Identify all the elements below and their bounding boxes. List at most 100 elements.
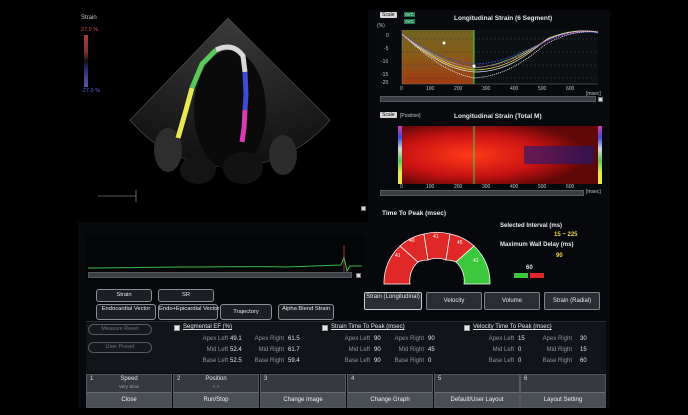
tab-volume[interactable]: Volume xyxy=(484,292,540,310)
ttp-seg-val-0: 41 xyxy=(395,253,401,259)
softkey-5-number: 5 xyxy=(438,376,442,382)
segment-ytick-2: -10 xyxy=(381,59,389,65)
softkey-4-number: 4 xyxy=(351,376,355,382)
ef-apex-left-value: 49.1 xyxy=(230,336,242,342)
vttp-base-left-value: 0 xyxy=(518,358,522,364)
change-image-button[interactable]: Change Image xyxy=(261,392,345,407)
close-button[interactable]: Close xyxy=(87,392,171,407)
ef-base-left-label: Base Left xyxy=(202,358,228,364)
tab-trajectory[interactable]: Trajectory xyxy=(220,304,272,320)
measure-reset-button[interactable]: Measure Reset xyxy=(88,324,152,335)
ef-mid-left-value: 52.4 xyxy=(230,347,242,353)
ef-apex-right-label: Apex Right xyxy=(254,336,284,342)
sttp-mid-left-label: Mid Left xyxy=(348,347,370,353)
ecg-resize-handle[interactable] xyxy=(356,273,361,278)
ecg-scrollbar[interactable] xyxy=(88,272,352,278)
vttp-apex-left-label: Apex Left xyxy=(488,336,514,342)
default-user-layout-button[interactable]: Default/User Layout xyxy=(435,392,519,407)
softkey-6[interactable]: 6 Layout Setting xyxy=(520,374,606,408)
ef-base-left-value: 52.5 xyxy=(230,358,242,364)
tab-sr[interactable]: SR xyxy=(158,289,214,302)
segment-xtick-4: 400 xyxy=(510,86,519,92)
velocity-ttp-header: Velocity Time To Peak (msec) xyxy=(473,324,552,330)
tab-velocity[interactable]: Velocity xyxy=(426,292,482,310)
softkey-1[interactable]: 1 Speed Very Slow Close xyxy=(86,374,172,408)
strain-analysis-screen: Strain 27.0 % -27.0 % Scale AVC AVC Long… xyxy=(78,10,610,408)
ef-base-right-label: Base Right xyxy=(254,358,284,364)
tab-strain-radial[interactable]: Strain (Radial) xyxy=(544,292,600,310)
sttp-base-left-value: 90 xyxy=(374,358,381,364)
total-x-unit: [msec] xyxy=(586,189,601,195)
ef-checkbox[interactable] xyxy=(174,325,180,331)
sttp-mid-right-value: 45 xyxy=(428,347,435,353)
ecg-panel[interactable] xyxy=(86,235,364,281)
segment-scrollbar[interactable] xyxy=(380,96,596,102)
sttp-apex-left-value: 90 xyxy=(374,336,381,342)
ttp-seg-val-2: 41 xyxy=(433,234,439,240)
softkey-6-number: 6 xyxy=(524,376,528,382)
ttp-title: Time To Peak (msec) xyxy=(382,210,447,217)
legend-red-swatch xyxy=(530,273,544,278)
change-graph-button[interactable]: Change Graph xyxy=(348,392,432,407)
ef-mid-left-label: Mid Left xyxy=(206,347,228,353)
layout-setting-button[interactable]: Layout Setting xyxy=(521,392,605,407)
legend-green-swatch xyxy=(514,273,528,278)
sttp-base-right-label: Base Right xyxy=(394,358,424,364)
softkey-2-sub: < > xyxy=(212,384,220,389)
segment-xtick-3: 300 xyxy=(482,86,491,92)
segment-ytick-0: 0 xyxy=(386,33,389,39)
ef-apex-right-value: 61.5 xyxy=(288,336,300,342)
ttp-seg-val-3: 45 xyxy=(457,240,463,246)
softkey-1-sub: Very Slow xyxy=(118,384,139,389)
segment-ytick-1: -5 xyxy=(384,46,389,52)
softkey-3-number: 3 xyxy=(264,376,268,382)
selected-interval-label: Selected Interval (ms) xyxy=(500,223,563,229)
ef-apex-left-label: Apex Left xyxy=(202,336,228,342)
segment-ytick-4: -20 xyxy=(381,80,389,86)
time-to-peak-panel: Time To Peak (msec) 41 40 41 45 41 Selec… xyxy=(374,208,606,288)
softkey-2[interactable]: 2 Position < > Run/Stop xyxy=(173,374,259,408)
run-stop-button[interactable]: Run/Stop xyxy=(174,392,258,407)
segment-xtick-5: 500 xyxy=(538,86,547,92)
tab-endocardial-vector[interactable]: Endocardial Vector xyxy=(96,304,156,320)
segment-xtick-6: 600 xyxy=(566,86,575,92)
user-preset-button[interactable]: User Preset xyxy=(88,342,152,353)
strain-ttp-checkbox[interactable] xyxy=(322,325,328,331)
softkey-5[interactable]: 5 Default/User Layout xyxy=(434,374,520,408)
softkey-3[interactable]: 3 Change Image xyxy=(260,374,346,408)
sttp-apex-right-label: Apex Right xyxy=(394,336,424,342)
vttp-apex-left-value: 15 xyxy=(518,336,525,342)
tab-strain-longitudinal[interactable]: Strain (Longitudinal) xyxy=(364,292,422,310)
segment-strain-graph[interactable]: Scale AVC AVC Longitudinal Strain (6 Seg… xyxy=(374,10,606,108)
tab-alpha-blend-strain[interactable]: Alpha Blend Strain xyxy=(278,304,334,320)
tab-strain[interactable]: Strain xyxy=(96,289,152,302)
sttp-apex-right-value: 90 xyxy=(428,336,435,342)
velocity-ttp-checkbox[interactable] xyxy=(464,325,470,331)
segment-xtick-2: 200 xyxy=(454,86,463,92)
tab-endo-epicardial-vector[interactable]: Endo+Epicardial Vector xyxy=(158,304,219,320)
softkey-1-title: Speed xyxy=(120,376,138,382)
vttp-mid-left-value: 0 xyxy=(518,347,522,353)
ef-mid-right-value: 61.7 xyxy=(288,347,300,353)
sttp-mid-left-value: 90 xyxy=(374,347,381,353)
measurement-table: Measure Reset User Preset Segmental EF (… xyxy=(86,321,606,373)
vttp-mid-left-label: Mid Left xyxy=(492,347,514,353)
echo-resize-handle[interactable] xyxy=(361,206,366,211)
strain-ttp-header: Strain Time To Peak (msec) xyxy=(331,324,405,330)
total-strain-graph[interactable]: Scale [Position] Longitudinal Strain (To… xyxy=(374,112,606,196)
segment-ytick-3: -15 xyxy=(381,72,389,78)
softkey-4[interactable]: 4 Change Graph xyxy=(347,374,433,408)
vttp-mid-right-value: 15 xyxy=(580,347,587,353)
vttp-mid-right-label: Mid Right xyxy=(546,347,572,353)
segment-basal-lateral xyxy=(239,109,248,143)
max-wall-delay-label: Maximum Wall Delay (ms) xyxy=(500,242,574,248)
segment-xtick-1: 100 xyxy=(426,86,435,92)
softkey-2-title: Position xyxy=(205,376,227,382)
softkey-bar: 1 Speed Very Slow Close 2 Position < > R… xyxy=(86,374,606,408)
echo-image-panel[interactable]: Strain 27.0 % -27.0 % xyxy=(78,10,368,222)
total-scrollbar[interactable] xyxy=(380,190,584,196)
vttp-base-right-label: Base Right xyxy=(542,358,572,364)
sttp-mid-right-label: Mid Right xyxy=(398,347,424,353)
segment-resize-handle[interactable] xyxy=(598,97,603,102)
max-wall-delay-value: 90 xyxy=(556,253,563,259)
